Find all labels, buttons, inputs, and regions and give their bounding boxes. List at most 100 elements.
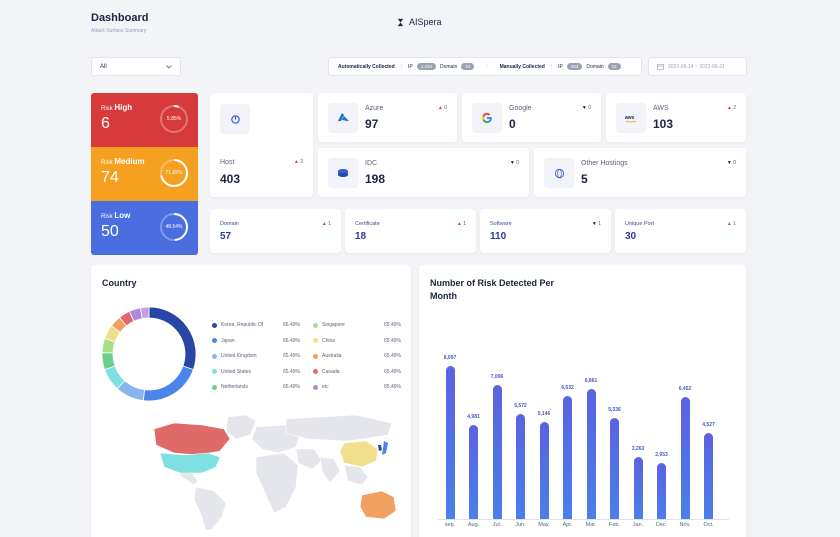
legend-label: Japan	[221, 337, 235, 344]
other-hostings-card[interactable]: Other Hostings 5 ▼ 0	[534, 148, 746, 197]
certificate-card[interactable]: Certificate 18 ▲ 1	[345, 209, 476, 253]
host-card[interactable]: Host 403 ▲ 2	[210, 93, 313, 197]
x-tick-label: Feb.	[608, 522, 621, 528]
domain-card[interactable]: Domain 57 ▲ 1	[210, 209, 341, 253]
legend-label: etc	[322, 384, 329, 390]
manual-ip-count-badge: 453	[566, 63, 583, 70]
bar[interactable]	[657, 463, 666, 519]
azure-delta: ▲ 0	[437, 105, 447, 111]
brand-name: AISpera	[409, 17, 442, 27]
donut-slice[interactable]	[139, 306, 150, 320]
manual-ip-label: IP	[558, 63, 563, 70]
idc-icon	[328, 158, 358, 188]
scope-select-value: All	[100, 63, 107, 70]
date-range-value: 2022-06-14 ~ 2022-06-21	[668, 63, 725, 70]
software-card[interactable]: Software 110 ▼ 1	[480, 209, 611, 253]
map-africa	[255, 452, 299, 514]
risk-high-card[interactable]: Risk High 6 5.85%	[91, 93, 198, 147]
host-value: 403	[220, 172, 241, 186]
bar-value-label: 6,861	[584, 378, 598, 385]
aws-icon: aws	[616, 103, 646, 133]
legend-swatch	[313, 322, 318, 328]
google-card[interactable]: Google 0 ▼ 0	[462, 93, 601, 142]
globe-icon	[544, 158, 574, 188]
bar[interactable]	[469, 424, 478, 519]
x-tick-label: Oct.	[703, 522, 714, 528]
bar[interactable]	[610, 418, 619, 519]
down-arrow-icon: ▼	[591, 221, 597, 227]
auto-domain-count-badge: 34	[461, 63, 475, 70]
risk-low-card[interactable]: Risk Low 50 48.54%	[91, 201, 198, 255]
donut-slice[interactable]	[148, 306, 197, 371]
legend-item: Korea, Republic Of 65.49%	[212, 322, 300, 328]
aws-card[interactable]: aws AWS 103 ▲ 2	[606, 93, 746, 142]
up-arrow-icon: ▲	[321, 221, 327, 227]
aws-delta: ▲ 2	[726, 105, 736, 111]
certificate-delta: ▲ 1	[456, 221, 466, 227]
legend-swatch	[212, 384, 217, 390]
x-tick-label: Nov.	[679, 522, 691, 528]
bar[interactable]	[633, 457, 643, 519]
domain-delta: ▲ 1	[321, 221, 331, 227]
aispera-logo-icon	[397, 18, 404, 26]
host-icon	[220, 104, 250, 134]
country-title: Country	[102, 278, 137, 288]
legend-percent: 65.49%	[384, 337, 401, 344]
collection-summary: Automatically Collected | IP 1,234 Domai…	[328, 57, 642, 76]
bar-value-label: 5,572	[514, 402, 527, 409]
legend-item: Canada 65.49%	[313, 369, 401, 375]
x-tick-label: Dec.	[655, 522, 668, 528]
idc-delta: ▼ 0	[509, 160, 519, 166]
map-south-america	[193, 486, 227, 530]
divider: |	[400, 63, 402, 70]
divider: |	[486, 63, 488, 70]
host-delta: ▲ 2	[293, 159, 303, 165]
bar[interactable]	[704, 433, 713, 519]
aws-value: 103	[653, 117, 674, 131]
other-hostings-label: Other Hostings	[581, 160, 628, 167]
up-arrow-icon: ▲	[726, 221, 732, 227]
map-united-states	[159, 452, 221, 474]
legend-label: Korea, Republic Of	[221, 322, 264, 328]
map-southeast-asia	[343, 464, 369, 486]
bar[interactable]	[492, 384, 502, 519]
idc-value: 198	[365, 172, 386, 186]
bar-value-label: 6,532	[561, 384, 574, 391]
bar-value-label: 5,336	[608, 407, 621, 414]
unique-port-label: Unique Port	[625, 221, 655, 227]
idc-card[interactable]: IDC 198 ▼ 0	[318, 148, 529, 197]
x-tick-label: sep.	[444, 522, 456, 528]
legend-percent: 65.49%	[384, 368, 401, 375]
donut-slice[interactable]	[142, 365, 194, 402]
bar[interactable]	[539, 421, 549, 519]
other-hostings-value: 5	[581, 172, 588, 186]
software-delta: ▼ 1	[591, 221, 601, 227]
country-panel: Country Korea, Republic Of 65.49% Singapor…	[91, 265, 411, 537]
bar[interactable]	[563, 395, 572, 519]
donut-slice[interactable]	[101, 352, 116, 371]
unique-port-card[interactable]: Unique Port 30 ▲ 1	[615, 209, 746, 253]
x-tick-label: Jul.	[492, 522, 502, 528]
map-australia	[359, 490, 396, 520]
legend-swatch	[212, 322, 217, 328]
legend-item: Australia 65.49%	[313, 353, 401, 359]
legend-label: Singapore	[322, 322, 345, 328]
software-label: Software	[490, 221, 512, 227]
legend-label: Netherlands	[221, 384, 248, 390]
map-japan	[382, 441, 388, 455]
legend-label: Canada	[322, 368, 340, 375]
bar[interactable]	[586, 389, 596, 519]
bar-value-label: 3,263	[631, 446, 645, 453]
map-greenland	[225, 415, 257, 440]
scope-select[interactable]: All	[91, 57, 181, 76]
auto-ip-count-badge: 1,234	[416, 63, 436, 70]
map-canada	[153, 422, 231, 456]
date-range-picker[interactable]: 2022-06-14 ~ 2022-06-21	[648, 57, 747, 76]
bar[interactable]	[516, 413, 525, 519]
bar[interactable]	[680, 397, 690, 519]
legend-item: Singapore 65.49%	[313, 322, 401, 328]
risk-medium-card[interactable]: Risk Medium 74 71.65%	[91, 147, 198, 201]
azure-card[interactable]: Azure 97 ▲ 0	[318, 93, 457, 142]
calendar-icon	[657, 64, 664, 70]
bar[interactable]	[445, 366, 455, 519]
